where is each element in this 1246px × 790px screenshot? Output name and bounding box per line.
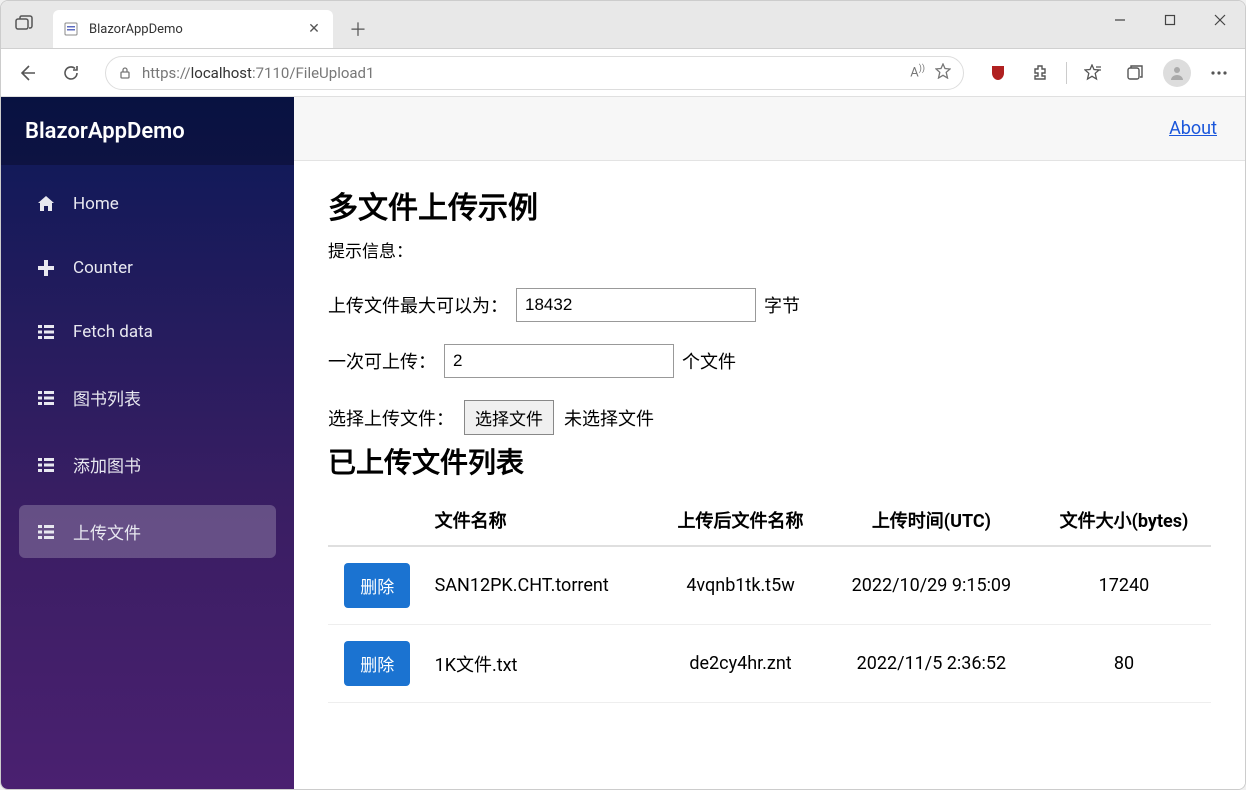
delete-button[interactable]: 删除 (344, 641, 410, 686)
tab-favicon-icon (63, 21, 79, 37)
lock-icon (118, 66, 132, 80)
max-count-label: 一次可上传： (328, 348, 436, 374)
home-icon (35, 193, 57, 215)
list-icon (35, 321, 57, 343)
address-bar[interactable]: https://localhost:7110/FileUpload1 A)) (105, 56, 964, 90)
list-icon (35, 521, 57, 543)
list-icon (35, 387, 57, 409)
table-row: 删除 1K文件.txtde2cy4hr.znt2022/11/5 2:36:528… (328, 625, 1211, 703)
refresh-button[interactable] (53, 55, 89, 91)
sidebar-item-1[interactable]: Counter (19, 243, 276, 293)
max-count-input[interactable] (444, 344, 674, 378)
close-window-icon[interactable] (1195, 1, 1245, 39)
favorites-list-icon[interactable] (1075, 55, 1111, 91)
max-size-row: 上传文件最大可以为： 字节 (328, 288, 1211, 322)
window-controls (1095, 1, 1245, 39)
url-host: localhost (191, 64, 252, 82)
max-count-row: 一次可上传： 个文件 (328, 344, 1211, 378)
sidebar-item-label: Counter (73, 258, 133, 278)
max-size-label: 上传文件最大可以为： (328, 292, 508, 318)
sidebar-item-label: Fetch data (73, 322, 153, 342)
sidebar-item-2[interactable]: Fetch data (19, 307, 276, 357)
back-button[interactable] (9, 55, 45, 91)
sidebar-item-3[interactable]: 图书列表 (19, 371, 276, 424)
delete-button[interactable]: 删除 (344, 563, 410, 608)
cell-time: 2022/11/5 2:36:52 (826, 625, 1037, 703)
browser-window: BlazorAppDemo ✕ ＋ https://localhost:7110… (0, 0, 1246, 790)
sidebar-item-label: Home (73, 194, 119, 214)
cell-stored: de2cy4hr.znt (655, 625, 826, 703)
table-row: 删除 SAN12PK.CHT.torrent4vqnb1tk.t5w2022/10… (328, 546, 1211, 625)
file-select-label: 选择上传文件： (328, 405, 454, 431)
sidebar-item-label: 上传文件 (73, 519, 141, 544)
cell-stored: 4vqnb1tk.t5w (655, 546, 826, 625)
favorite-icon[interactable] (935, 63, 951, 83)
max-size-input[interactable] (516, 288, 756, 322)
cell-filename: SAN12PK.CHT.torrent (427, 546, 656, 625)
browser-tab[interactable]: BlazorAppDemo ✕ (53, 10, 333, 48)
reader-mode-icon[interactable]: A)) (910, 64, 925, 80)
profile-avatar[interactable] (1159, 55, 1195, 91)
url-path: /FileUpload1 (289, 64, 374, 82)
th-size: 文件大小(bytes) (1037, 495, 1211, 546)
th-action (328, 495, 427, 546)
tab-title: BlazorAppDemo (89, 22, 295, 37)
url-port: :7110 (252, 64, 289, 82)
cell-size: 17240 (1037, 546, 1211, 625)
cell-time: 2022/10/29 9:15:09 (826, 546, 1037, 625)
max-size-suffix: 字节 (764, 292, 800, 318)
new-tab-button[interactable]: ＋ (343, 14, 373, 44)
file-select-row: 选择上传文件： 选择文件 未选择文件 (328, 400, 1211, 435)
uploaded-list-title: 已上传文件列表 (328, 441, 1211, 481)
toolbar-separator (1066, 62, 1067, 84)
plus-icon (35, 257, 57, 279)
table-header-row: 文件名称 上传后文件名称 上传时间(UTC) 文件大小(bytes) (328, 495, 1211, 546)
th-stored: 上传后文件名称 (655, 495, 826, 546)
sidebar-item-label: 添加图书 (73, 452, 141, 477)
sidebar-item-5[interactable]: 上传文件 (19, 505, 276, 558)
top-row: About (294, 97, 1245, 161)
url-scheme: https:// (142, 64, 191, 82)
hint-label: 提示信息： (328, 237, 1211, 262)
avatar-icon (1163, 59, 1191, 87)
list-icon (35, 454, 57, 476)
file-select-status: 未选择文件 (564, 405, 654, 431)
sidebar: BlazorAppDemo Home Counter Fetch data 图书列表添… (1, 97, 294, 789)
more-icon[interactable] (1201, 55, 1237, 91)
main: About 多文件上传示例 提示信息： 上传文件最大可以为： 字节 一次可上传：… (294, 97, 1245, 789)
nav: Home Counter Fetch data 图书列表添加图书上传文件 (1, 165, 294, 572)
minimize-icon[interactable] (1095, 1, 1145, 39)
sidebar-item-0[interactable]: Home (19, 179, 276, 229)
sidebar-item-4[interactable]: 添加图书 (19, 438, 276, 491)
tab-overview-icon[interactable] (1, 0, 47, 48)
browser-toolbar: https://localhost:7110/FileUpload1 A)) (1, 49, 1245, 97)
extension-icon[interactable] (1022, 55, 1058, 91)
ublock-icon[interactable] (980, 55, 1016, 91)
maximize-icon[interactable] (1145, 1, 1195, 39)
url-text: https://localhost:7110/FileUpload1 (142, 64, 900, 82)
about-link[interactable]: About (1169, 118, 1217, 139)
app-viewport: BlazorAppDemo Home Counter Fetch data 图书列表添… (1, 97, 1245, 789)
page-title: 多文件上传示例 (328, 183, 1211, 227)
toolbar-icons (980, 55, 1237, 91)
th-name: 文件名称 (427, 495, 656, 546)
content: 多文件上传示例 提示信息： 上传文件最大可以为： 字节 一次可上传： 个文件 选… (294, 161, 1245, 725)
tab-close-icon[interactable]: ✕ (305, 21, 323, 37)
collections-icon[interactable] (1117, 55, 1153, 91)
choose-file-button[interactable]: 选择文件 (464, 400, 554, 435)
cell-filename: 1K文件.txt (427, 625, 656, 703)
sidebar-item-label: 图书列表 (73, 385, 141, 410)
uploaded-files-table: 文件名称 上传后文件名称 上传时间(UTC) 文件大小(bytes) 删除 SAN… (328, 495, 1211, 703)
browser-titlebar: BlazorAppDemo ✕ ＋ (1, 1, 1245, 49)
brand-title: BlazorAppDemo (1, 97, 294, 165)
max-count-suffix: 个文件 (682, 348, 736, 374)
cell-size: 80 (1037, 625, 1211, 703)
th-time: 上传时间(UTC) (826, 495, 1037, 546)
